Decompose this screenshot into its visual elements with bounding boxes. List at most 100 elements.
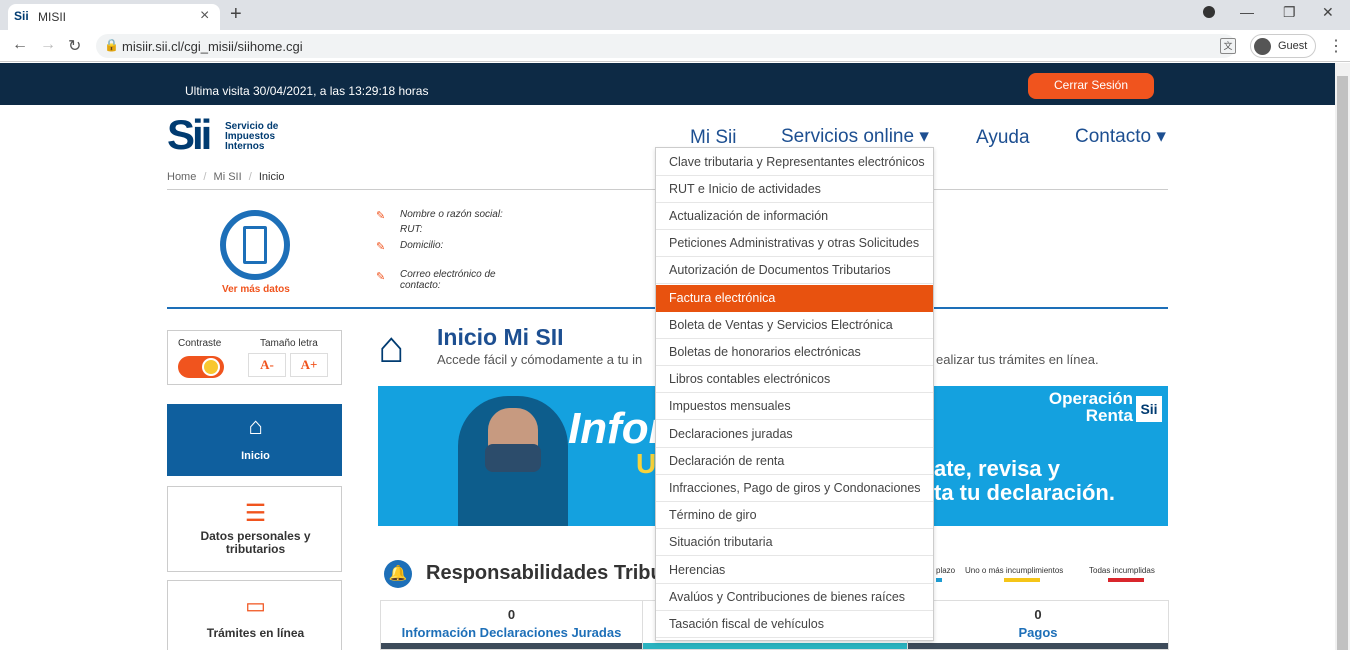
font-decrease-button[interactable]: A- <box>248 353 286 377</box>
card-label: Información Declaraciones Juradas <box>401 625 622 640</box>
dropdown-item[interactable]: Actualización de información <box>656 203 933 230</box>
tab-close-icon[interactable]: × <box>200 7 209 25</box>
nombre-label: Nombre o razón social: <box>400 209 503 220</box>
menu-icon[interactable]: ⋮ <box>1328 36 1344 56</box>
dropdown-item[interactable]: Término de giro <box>656 502 933 530</box>
card-declaraciones-juradas[interactable]: 0 Información Declaraciones Juradas <box>380 600 643 650</box>
monitor-icon: ▭ <box>245 593 266 618</box>
font-increase-button[interactable]: A+ <box>290 353 328 377</box>
browser-tab[interactable]: Sii MISII × <box>8 4 220 30</box>
card-count: 0 <box>1034 607 1042 622</box>
forward-icon[interactable]: → <box>40 36 56 54</box>
window-close-icon[interactable]: ✕ <box>1322 4 1334 21</box>
left-nav-tramites[interactable]: ▭ Trámites en línea <box>167 580 342 650</box>
dropdown-item[interactable]: Clave tributaria y Representantes electr… <box>656 149 933 176</box>
dropdown-item[interactable]: Libros contables electrónicos <box>656 366 933 394</box>
legend-label: Todas incumplidas <box>1089 566 1155 575</box>
minimize-icon[interactable]: — <box>1240 4 1254 20</box>
favicon-icon: Sii <box>14 9 29 23</box>
nav-mi-sii[interactable]: Mi Sii <box>690 127 736 149</box>
breadcrumb-home[interactable]: Home <box>167 171 196 183</box>
sun-icon <box>202 358 220 376</box>
logo-line: Internos <box>225 141 265 152</box>
dropdown-item[interactable]: Boletas de honorarios electrónicas <box>656 339 933 366</box>
card-pagos[interactable]: 0 Pagos <box>907 600 1169 650</box>
translate-icon[interactable]: 文 <box>1220 38 1236 54</box>
dropdown-item[interactable]: Infracciones, Pago de giros y Condonacio… <box>656 475 933 502</box>
logo-text: Servicio de Impuestos Internos <box>225 122 278 152</box>
correo-label: Correo electrónico de <box>400 269 496 280</box>
new-tab-icon[interactable]: + <box>230 3 242 26</box>
dropdown-item[interactable]: Herencias <box>656 557 933 584</box>
house-icon: ⌂ <box>248 413 263 440</box>
rut-label: RUT: <box>400 224 423 235</box>
browser-tab-bar: Sii MISII × + — ❐ ✕ <box>0 0 1350 30</box>
legend-swatch <box>1004 578 1040 582</box>
banner-tagline: ate, revisa y <box>934 456 1060 481</box>
dropdown-item[interactable]: Impuestos mensuales <box>656 393 933 421</box>
ver-mas-datos-link[interactable]: Ver más datos <box>222 284 290 295</box>
tab-title: MISII <box>38 10 67 24</box>
restore-icon[interactable]: ❐ <box>1283 4 1296 21</box>
left-nav-datos-personales[interactable]: ☰ Datos personales y tributarios <box>167 486 342 572</box>
edit-icon[interactable]: ✎ <box>376 270 385 283</box>
card-bar <box>643 643 907 649</box>
dropdown-item[interactable]: Autorización de Documentos Tributarios <box>656 257 933 285</box>
section-title: Responsabilidades Tribut <box>426 562 670 584</box>
sii-logo[interactable]: Sii Servicio de Impuestos Internos <box>167 113 287 158</box>
profile-button[interactable]: Guest <box>1250 34 1316 58</box>
back-icon[interactable]: ← <box>12 36 28 54</box>
dropdown-item[interactable]: Avalúos y Contribuciones de bienes raíce… <box>656 584 933 611</box>
accessibility-panel: Contraste Tamaño letra A- A+ <box>167 330 342 385</box>
url-input[interactable]: 🔒 misiir.sii.cl/cgi_misii/siihome.cgi <box>96 34 1236 58</box>
servicios-online-dropdown: Clave tributaria y Representantes electr… <box>655 147 934 641</box>
contraste-label: Contraste <box>178 338 222 349</box>
dropdown-item[interactable]: Declaración de renta <box>656 448 933 475</box>
profile-label: Guest <box>1278 40 1308 52</box>
nav-ayuda[interactable]: Ayuda <box>976 127 1030 149</box>
logout-button[interactable]: Cerrar Sesión <box>1028 73 1154 99</box>
legend-label: Uno o más incumplimientos <box>965 566 1064 575</box>
dropdown-item[interactable]: Peticiones Administrativas y otras Solic… <box>656 230 933 258</box>
edit-icon[interactable]: ✎ <box>376 240 385 253</box>
dropdown-item[interactable]: Situación tributaria <box>656 529 933 557</box>
scrollbar[interactable] <box>1335 63 1350 650</box>
dropdown-item[interactable]: Boleta de Ventas y Servicios Electrónica <box>656 312 933 339</box>
card-count: 0 <box>507 607 516 622</box>
left-nav-inicio[interactable]: ⌂ Inicio <box>167 404 342 476</box>
breadcrumb-sep: / <box>203 171 207 183</box>
tamano-letra-label: Tamaño letra <box>260 338 318 349</box>
correo-label-2: contacto: <box>400 280 441 291</box>
house-icon: ⌂ <box>378 323 405 372</box>
nav-servicios-online[interactable]: Servicios online ▾ <box>781 125 929 148</box>
legend-swatch <box>936 578 942 582</box>
banner-sii-logo: Sii <box>1136 396 1162 422</box>
left-nav-label: Datos personales y tributarios <box>200 529 311 556</box>
breadcrumb-misii[interactable]: Mi SII <box>214 171 242 183</box>
breadcrumb-sep: / <box>248 171 252 183</box>
banner-tagline-2: ta tu declaración. <box>934 480 1115 505</box>
left-nav-label: Trámites en línea <box>206 626 305 640</box>
page-subtitle-tail: ealizar tus trámites en línea. <box>936 352 1099 367</box>
dropdown-item[interactable]: RUT e Inicio de actividades <box>656 176 933 203</box>
dropdown-item[interactable]: Declaraciones juradas <box>656 421 933 448</box>
left-nav-label: Inicio <box>241 450 270 462</box>
edit-icon[interactable]: ✎ <box>376 209 385 222</box>
scrollbar-thumb[interactable] <box>1337 76 1348 650</box>
domicilio-label: Domicilio: <box>400 240 444 251</box>
contrast-toggle[interactable] <box>178 356 224 378</box>
reload-icon[interactable]: ↻ <box>68 36 81 56</box>
legend-label: plazo <box>936 566 956 575</box>
nav-contacto[interactable]: Contacto ▾ <box>1075 125 1166 148</box>
bell-icon: 🔔 <box>384 560 412 588</box>
building-icon[interactable] <box>220 210 290 280</box>
banner-mask <box>485 444 541 472</box>
card-bar <box>381 643 642 649</box>
dropdown-item[interactable]: Tasación fiscal de vehículos <box>656 611 933 638</box>
page-title: Inicio Mi SII <box>437 324 564 350</box>
dropdown-item[interactable]: Factura electrónica <box>656 284 933 312</box>
legend-swatch <box>1108 578 1144 582</box>
extension-icon[interactable] <box>1203 6 1215 18</box>
banner-headline: Infor <box>568 404 666 453</box>
lock-icon: 🔒 <box>104 38 119 52</box>
